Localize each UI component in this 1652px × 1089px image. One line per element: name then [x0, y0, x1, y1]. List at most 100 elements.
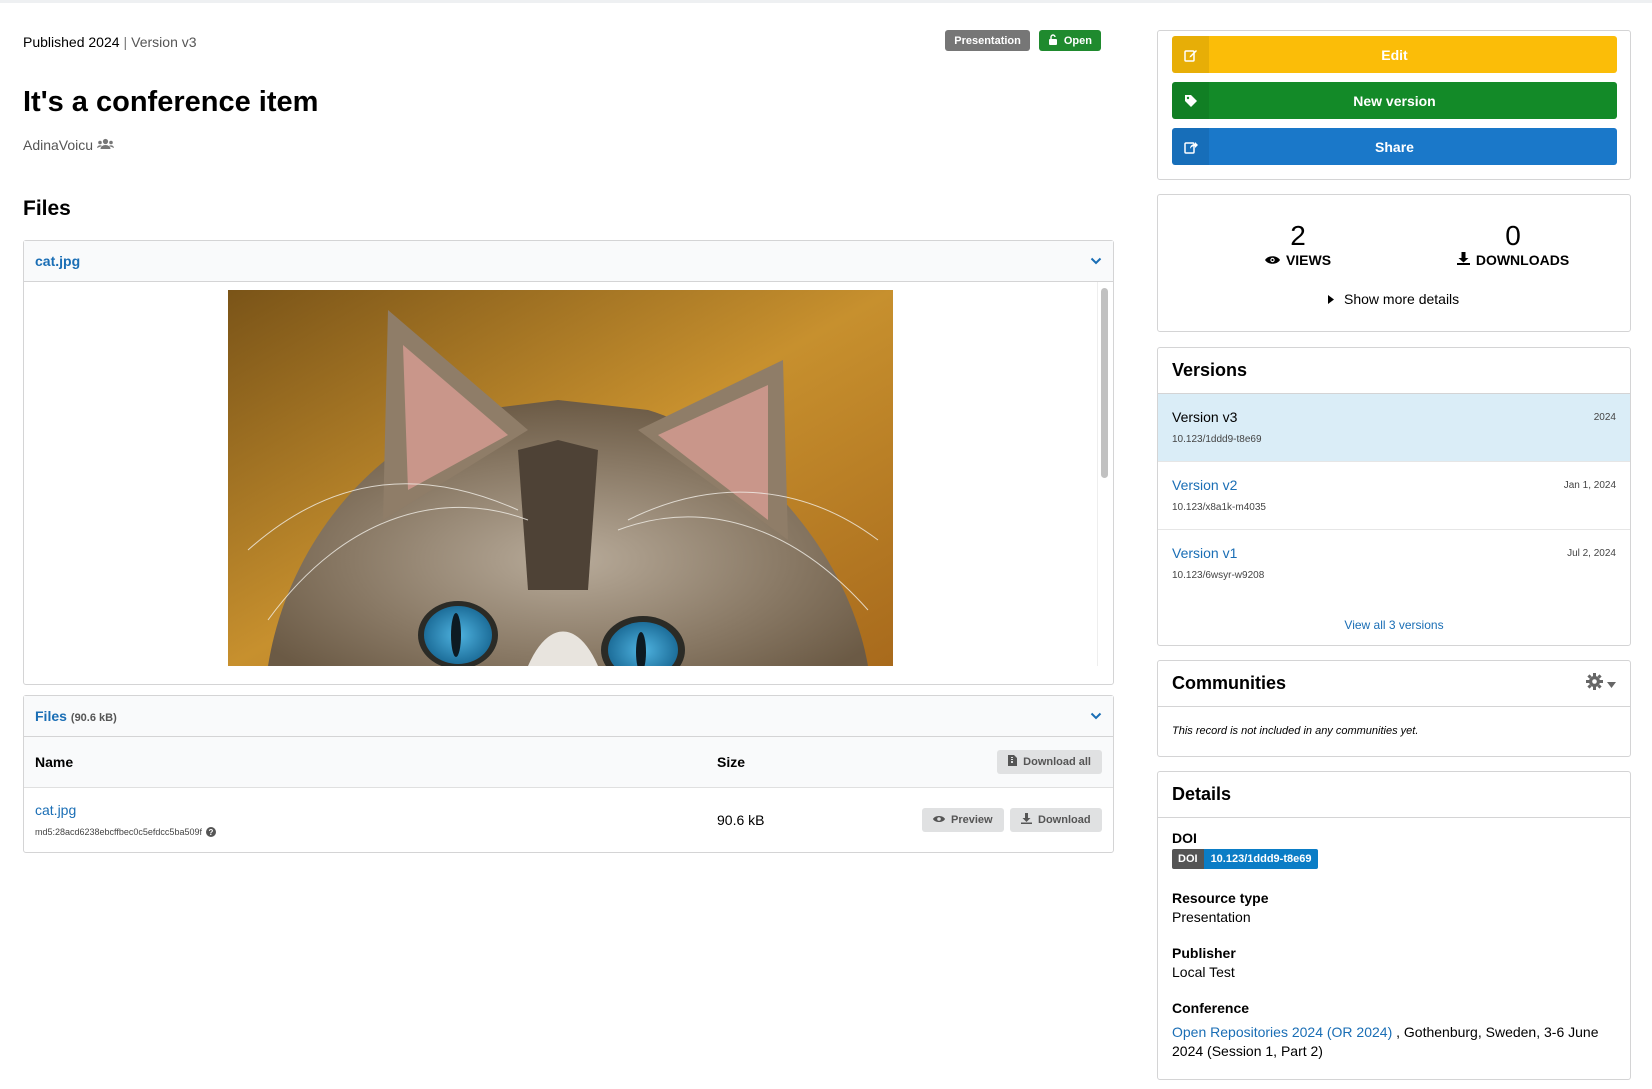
conference-field: Conference Open Repositories 2024 (OR 20… — [1172, 1000, 1612, 1061]
file-size: 90.6 kB — [717, 812, 765, 828]
unlock-icon — [1048, 33, 1058, 48]
edit-button[interactable]: Edit — [1172, 36, 1617, 73]
version-date: 2024 — [1593, 412, 1616, 423]
creator[interactable]: AdinaVoicu — [23, 137, 115, 153]
conference-value: Open Repositories 2024 (OR 2024) , Gothe… — [1172, 1023, 1612, 1061]
version-title[interactable]: Version v1 — [1172, 545, 1237, 561]
show-more-details-toggle[interactable]: Show more details — [1328, 291, 1459, 307]
downloads-stat: 0 DOWNLOADS — [1438, 221, 1588, 268]
version-doi: 10.123/6wsyr-w9208 — [1172, 570, 1265, 581]
views-stat: 2 VIEWS — [1238, 221, 1358, 268]
cat-image — [228, 290, 893, 666]
table-row: cat.jpg md5:28acd6238ebcffbec0c5efdcc5ba… — [24, 788, 1113, 852]
edit-label: Edit — [1381, 46, 1408, 63]
download-button[interactable]: Download — [1010, 808, 1102, 832]
details-card: Details DOI DOI 10.123/1ddd9-t8e69 Resou… — [1157, 771, 1631, 1080]
caret-right-icon — [1328, 291, 1334, 307]
files-table-header[interactable]: Files (90.6 kB) — [24, 696, 1113, 737]
download-all-button[interactable]: Download all — [997, 750, 1102, 774]
tag-icon — [1172, 82, 1209, 119]
communities-empty-message: This record is not included in any commu… — [1172, 725, 1419, 737]
edit-icon — [1172, 36, 1209, 73]
column-name: Name — [35, 754, 74, 770]
question-circle-icon[interactable]: ? — [205, 827, 216, 837]
doi-badge[interactable]: DOI 10.123/1ddd9-t8e69 — [1172, 849, 1319, 869]
publisher-label: Publisher — [1172, 945, 1236, 961]
conference-location: , Gothenburg, Sweden, 3-6 June — [1392, 1024, 1599, 1040]
top-border — [0, 0, 1652, 3]
resource-type-field: Resource type Presentation — [1172, 890, 1268, 925]
preview-label: Preview — [951, 814, 993, 826]
checksum-value: md5:28acd6238ebcffbec0c5efdcc5ba509f — [35, 827, 202, 837]
gear-icon — [1586, 672, 1603, 695]
files-total-size: (90.6 kB) — [70, 712, 117, 724]
file-preview-header[interactable]: cat.jpg — [24, 241, 1113, 282]
files-table-title[interactable]: Files — [35, 708, 67, 724]
version-item-v3[interactable]: Version v3 2024 10.123/1ddd9-t8e69 — [1158, 394, 1630, 462]
record-badges: Presentation Open — [945, 30, 1101, 51]
publication-meta: Published 2024 | Version v3 — [23, 34, 197, 50]
versions-heading: Versions — [1158, 348, 1630, 394]
preview-scrollbar-thumb[interactable] — [1101, 288, 1108, 478]
show-more-label: Show more details — [1344, 291, 1460, 307]
views-label: VIEWS — [1285, 252, 1332, 268]
downloads-count: 0 — [1505, 220, 1521, 251]
conference-link[interactable]: Open Repositories 2024 (OR 2024) — [1172, 1024, 1392, 1040]
downloads-label: DOWNLOADS — [1475, 252, 1570, 268]
share-icon — [1172, 128, 1209, 165]
file-preview-panel: cat.jpg — [23, 240, 1114, 685]
version-item-v1[interactable]: Version v1 Jul 2, 2024 10.123/6wsyr-w920… — [1158, 530, 1630, 598]
resource-type-value: Presentation — [1172, 909, 1251, 925]
communities-heading: Communities — [1158, 661, 1630, 707]
download-all-label: Download all — [1023, 756, 1091, 768]
stats-card: 2 VIEWS 0 DOWNLOADS Show more details — [1157, 194, 1631, 332]
chevron-down-icon[interactable] — [1090, 254, 1102, 268]
version-date: Jul 2, 2024 — [1567, 548, 1616, 559]
communities-settings-dropdown[interactable] — [1586, 672, 1616, 695]
details-heading: Details — [1158, 772, 1630, 818]
resource-type-badge: Presentation — [945, 30, 1030, 51]
meta-separator: | — [123, 34, 128, 50]
publisher-field: Publisher Local Test — [1172, 945, 1236, 980]
record-title: It's a conference item — [23, 86, 319, 118]
chevron-down-icon[interactable] — [1090, 709, 1102, 723]
actions-card: Edit New version Share — [1157, 30, 1631, 180]
doi-badge-prefix: DOI — [1172, 849, 1204, 869]
preview-button[interactable]: Preview — [922, 808, 1004, 832]
publisher-value: Local Test — [1172, 964, 1235, 980]
communities-heading-text: Communities — [1172, 673, 1287, 693]
preview-file-name[interactable]: cat.jpg — [35, 253, 80, 269]
version-label: Version v3 — [131, 34, 197, 50]
published-date: Published 2024 — [23, 34, 120, 50]
column-size: Size — [717, 754, 746, 770]
conference-session: 2024 (Session 1, Part 2) — [1172, 1043, 1323, 1059]
views-count: 2 — [1290, 220, 1306, 251]
view-all-versions-link[interactable]: View all 3 versions — [1158, 618, 1630, 632]
versions-heading-text: Versions — [1172, 360, 1248, 380]
eye-icon — [933, 814, 945, 826]
download-icon — [1021, 813, 1032, 827]
new-version-button[interactable]: New version — [1172, 82, 1617, 119]
doi-field: DOI DOI 10.123/1ddd9-t8e69 — [1172, 830, 1319, 869]
file-name-link[interactable]: cat.jpg — [35, 802, 76, 818]
download-label: Download — [1038, 814, 1091, 826]
resource-type-label: Resource type — [1172, 890, 1269, 906]
access-status-badge[interactable]: Open — [1038, 30, 1101, 51]
share-button[interactable]: Share — [1172, 128, 1617, 165]
access-status-label: Open — [1063, 34, 1092, 47]
conference-label: Conference — [1172, 1000, 1250, 1016]
creator-name[interactable]: AdinaVoicu — [23, 137, 93, 153]
version-doi: 10.123/x8a1k-m4035 — [1172, 502, 1266, 513]
doi-label: DOI — [1172, 830, 1197, 846]
version-date: Jan 1, 2024 — [1563, 480, 1616, 491]
share-label: Share — [1375, 138, 1414, 155]
file-preview-area — [24, 282, 1113, 666]
files-heading: Files — [23, 197, 71, 220]
file-checksum: md5:28acd6238ebcffbec0c5efdcc5ba509f ? — [35, 827, 216, 837]
version-title[interactable]: Version v2 — [1172, 477, 1237, 493]
version-item-v2[interactable]: Version v2 Jan 1, 2024 10.123/x8a1k-m403… — [1158, 462, 1630, 530]
new-version-label: New version — [1353, 92, 1436, 109]
download-icon — [1456, 252, 1470, 268]
users-icon — [97, 137, 115, 153]
details-heading-text: Details — [1172, 784, 1232, 804]
